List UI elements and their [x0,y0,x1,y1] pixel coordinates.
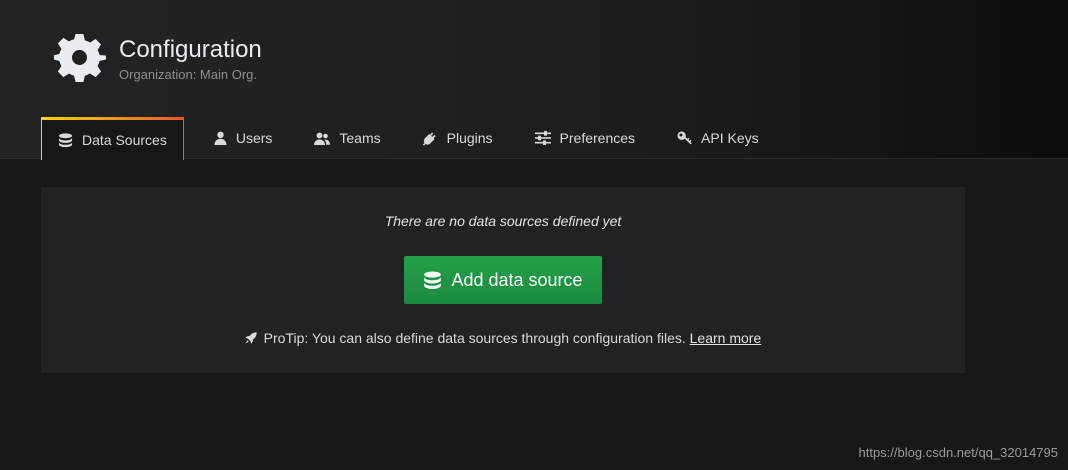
add-data-source-label: Add data source [451,269,583,290]
tab-label: Preferences [559,130,636,146]
key-icon [677,130,692,144]
page-header: Configuration Organization: Main Org. Da… [0,0,1068,161]
empty-state-panel: There are no data sources defined yet Ad… [41,187,965,373]
database-icon [424,270,442,289]
gear-icon [54,33,106,82]
plug-icon [422,131,436,146]
tab-label: Plugins [446,130,493,146]
sliders-icon [534,131,551,145]
tab-users[interactable]: Users [198,117,299,159]
empty-state-message: There are no data sources defined yet [384,213,622,229]
database-icon [58,132,73,147]
tab-label: Data Sources [82,132,167,148]
page-subtitle: Organization: Main Org. [119,67,258,82]
protip: ProTip: You can also define data sources… [41,330,965,346]
watermark: https://blog.csdn.net/qq_32014795 [858,445,1059,460]
add-data-source-button[interactable]: Add data source [404,256,602,304]
tab-bar: Data Sources Users Teams Plugins Prefere… [41,117,785,161]
page-title: Configuration [119,36,262,63]
team-icon [314,132,331,145]
rocket-icon [245,332,257,344]
tab-label: Users [235,130,273,146]
tab-label: Teams [339,130,381,146]
tab-api-keys[interactable]: API Keys [661,117,785,159]
protip-text: ProTip: You can also define data sources… [263,330,686,346]
tab-teams[interactable]: Teams [298,117,406,159]
learn-more-link[interactable]: Learn more [690,330,762,346]
tab-label: API Keys [701,130,759,146]
tab-data-sources[interactable]: Data Sources [41,117,184,161]
tab-plugins[interactable]: Plugins [407,117,519,159]
user-icon [214,131,227,145]
tab-preferences[interactable]: Preferences [519,117,661,159]
